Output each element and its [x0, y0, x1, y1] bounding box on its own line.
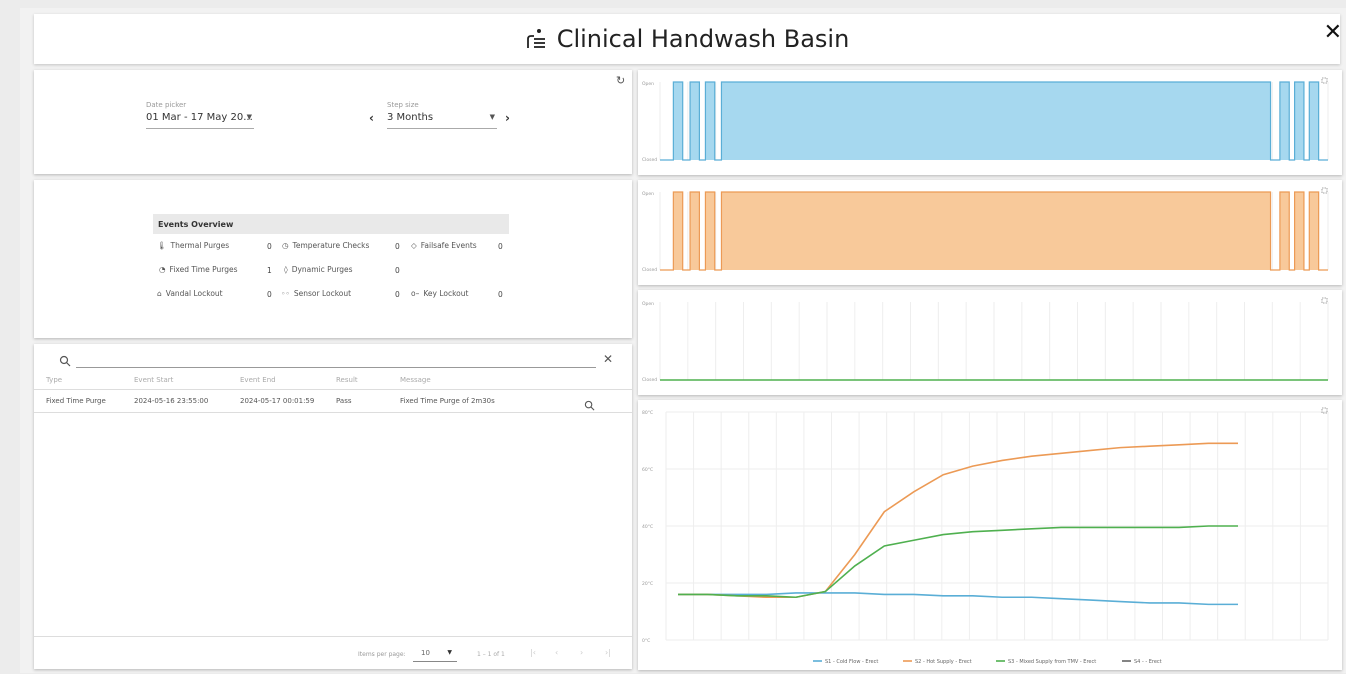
event-count: 0: [498, 242, 503, 251]
caret-down-icon: ▼: [246, 113, 252, 121]
valve-chart-mixed: Open Closed: [642, 297, 1329, 383]
event-item-failsafe-events: ◇ Failsafe Events: [411, 241, 477, 250]
event-count: 0: [395, 266, 400, 275]
prev-button[interactable]: ‹: [369, 111, 374, 125]
event-count: 1: [267, 266, 272, 275]
temperature-chart: 0°C 20°C 40°C 60°C 80°C S1 - Cold Flow - Erec…: [642, 407, 1329, 665]
chart-card-hot-valve: Open Closed: [638, 180, 1342, 285]
y-tick-label: Closed: [642, 267, 657, 273]
search-input[interactable]: [76, 354, 596, 368]
series-line: [678, 592, 1238, 606]
divider: [34, 412, 632, 413]
valve-area: [660, 191, 1328, 271]
divider: [34, 389, 632, 390]
legend-label: S4 - - Erect: [1134, 659, 1162, 665]
events-overview-title: Events Overview: [153, 214, 509, 234]
refresh-icon[interactable]: ↻: [616, 74, 625, 87]
event-item-sensor-lockout: ◦◦ Sensor Lockout: [281, 289, 352, 298]
event-item-thermal-purges: 🌡 Thermal Purges: [157, 241, 230, 250]
valve-chart-hot: Open Closed: [642, 187, 1329, 273]
timer-icon: ◔: [159, 265, 166, 274]
items-per-page-label: Items per page:: [358, 651, 406, 658]
event-item-dynamic-purges: ◊ Dynamic Purges: [284, 265, 353, 274]
column-header-event-end[interactable]: Event End: [240, 376, 276, 384]
handwash-icon: [525, 28, 547, 50]
drop-icon: ◊: [284, 265, 288, 274]
y-tick-label: 20°C: [642, 581, 653, 587]
page-title: Clinical Handwash Basin: [556, 25, 850, 53]
y-tick-label: 0°C: [642, 638, 650, 644]
divider: [34, 636, 632, 637]
chart-card-cold-valve: Open Closed: [638, 70, 1342, 175]
event-count: 0: [395, 290, 400, 299]
close-button[interactable]: ✕: [1324, 20, 1342, 45]
first-page-button[interactable]: |‹: [530, 648, 536, 657]
event-count: 0: [395, 242, 400, 251]
clock-icon: ◷: [282, 241, 289, 250]
event-item-vandal-lockout: ⌂ Vandal Lockout: [157, 289, 223, 298]
key-icon: o–: [411, 289, 420, 298]
y-tick-label: Closed: [642, 377, 657, 383]
event-item-temperature-checks: ◷ Temperature Checks: [282, 241, 370, 250]
thermometer-icon: 🌡: [157, 241, 167, 250]
y-tick-label: 60°C: [642, 467, 653, 473]
last-page-button[interactable]: ›|: [605, 648, 611, 657]
valve-area: [660, 81, 1328, 161]
event-count: 0: [267, 242, 272, 251]
next-page-button[interactable]: ›: [580, 648, 583, 657]
column-header-result[interactable]: Result: [336, 376, 358, 384]
step-size-select[interactable]: Step size 3 Months ▼: [387, 101, 497, 129]
title-bar: Clinical Handwash Basin: [34, 14, 1340, 64]
column-header-message[interactable]: Message: [400, 376, 431, 384]
chart-card-temperature: 0°C 20°C 40°C 60°C 80°C S1 - Cold Flow - Erec…: [638, 400, 1342, 670]
clear-search-icon[interactable]: ✕: [603, 352, 613, 366]
range-label: 1 – 1 of 1: [477, 651, 505, 658]
next-button[interactable]: ›: [505, 111, 510, 125]
shield-icon: ◇: [411, 241, 417, 250]
search-icon: [59, 352, 71, 371]
column-header-event-start[interactable]: Event Start: [134, 376, 173, 384]
y-tick-label: 40°C: [642, 524, 653, 530]
y-tick-label: Closed: [642, 157, 657, 163]
caret-down-icon: ▼: [447, 649, 452, 656]
series-line: [678, 442, 1238, 599]
date-picker-label: Date picker: [146, 101, 187, 109]
events-overview-card: [34, 180, 632, 338]
legend-label: S3 - Mixed Supply from TMV - Erect: [1008, 659, 1096, 665]
date-picker[interactable]: Date picker 01 Mar - 17 May 20... ▼: [146, 101, 254, 129]
items-per-page-select[interactable]: 10 ▼: [413, 644, 457, 662]
step-size-label: Step size: [387, 101, 419, 109]
table-header: Type Event Start Event End Result Messag…: [46, 376, 606, 388]
event-item-fixed-time-purges: ◔ Fixed Time Purges: [159, 265, 238, 274]
y-tick-label: Open: [642, 81, 654, 87]
chart-card-mixed-valve: Open Closed: [638, 290, 1342, 395]
series-line: [678, 525, 1238, 599]
lock-icon: ⌂: [157, 289, 162, 298]
caret-down-icon: ▼: [489, 113, 495, 121]
y-tick-label: Open: [642, 191, 654, 197]
expand-icon: [1321, 297, 1328, 304]
event-item-key-lockout: o– Key Lockout: [411, 289, 469, 298]
expand-icon: [1321, 187, 1328, 194]
event-count: 0: [498, 290, 503, 299]
table-row[interactable]: Fixed Time Purge 2024-05-16 23:55:00 202…: [46, 397, 616, 409]
y-tick-label: Open: [642, 301, 654, 307]
sensor-icon: ◦◦: [281, 289, 290, 298]
legend-label: S1 - Cold Flow - Erect: [825, 659, 878, 665]
valve-chart-cold: Open Closed: [642, 77, 1329, 163]
expand-icon: [1321, 77, 1328, 84]
date-picker-value: 01 Mar - 17 May 20...: [146, 112, 253, 123]
column-header-type[interactable]: Type: [46, 376, 62, 384]
controls-card: [34, 70, 632, 174]
step-size-value: 3 Months: [387, 112, 434, 123]
legend-label: S2 - Hot Supply - Erect: [915, 659, 972, 665]
prev-page-button[interactable]: ‹: [555, 648, 558, 657]
events-table-card: [34, 344, 632, 669]
y-tick-label: 80°C: [642, 410, 653, 416]
event-count: 0: [267, 290, 272, 299]
